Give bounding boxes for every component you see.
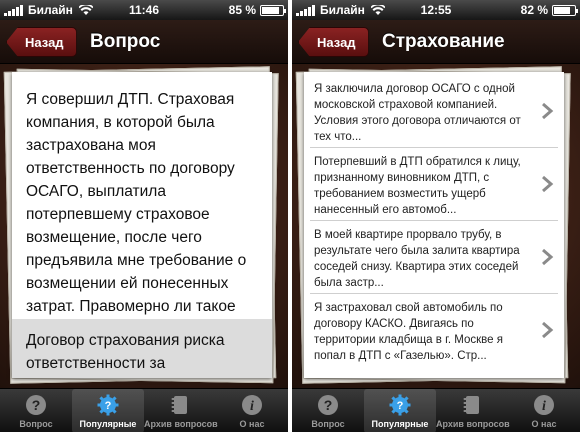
- list-item[interactable]: В моей квартире прорвало трубу, в резуль…: [310, 222, 558, 294]
- tab-label: Популярные: [371, 419, 429, 429]
- status-bar: Билайн 11:46 85 %: [0, 0, 288, 20]
- tab-label: Архив вопросов: [436, 419, 510, 429]
- tab-label: О нас: [531, 419, 557, 429]
- tab-popular[interactable]: ? Популярные: [72, 389, 144, 432]
- list-item[interactable]: Потерпевший в ДТП обратился к лицу, приз…: [310, 149, 558, 221]
- left-screen: Билайн 11:46 85 % Назад Вопрос Я соверши…: [0, 0, 288, 432]
- archive-icon: [463, 396, 479, 414]
- chevron-right-icon: [542, 175, 554, 193]
- nav-bar: Назад Страхование: [292, 20, 580, 64]
- content-area: Я совершил ДТП. Страховая компания, в ко…: [0, 64, 288, 388]
- question-card[interactable]: Я совершил ДТП. Страховая компания, в ко…: [12, 72, 272, 378]
- battery-icon: [260, 4, 286, 16]
- chevron-right-icon: [542, 321, 554, 339]
- question-list: Я заключила договор ОСАГО с одной москов…: [304, 72, 564, 378]
- info-icon: i: [534, 395, 554, 415]
- archive-icon: [171, 396, 187, 414]
- question-icon: ?: [318, 395, 338, 415]
- tab-label: Вопрос: [311, 419, 345, 429]
- answer-text: Договор страхования риска ответственност…: [26, 332, 225, 372]
- list-item-text: Потерпевший в ДТП обратился к лицу, приз…: [314, 156, 521, 216]
- chevron-right-icon: [542, 102, 554, 120]
- question-icon: ?: [26, 395, 46, 415]
- list-item[interactable]: Я заключила договор ОСАГО с одной москов…: [310, 76, 558, 148]
- right-screen: Билайн 12:55 82 % Назад Страхование Я за…: [292, 0, 580, 432]
- battery-percent: 82 %: [520, 3, 548, 17]
- list-item-text: В моей квартире прорвало трубу, в резуль…: [314, 229, 520, 289]
- tab-archive[interactable]: Архив вопросов: [144, 389, 218, 432]
- svg-text:i: i: [542, 399, 546, 414]
- tab-label: Популярные: [79, 419, 137, 429]
- content-area: Я заключила договор ОСАГО с одной москов…: [292, 64, 580, 388]
- list-item-text: Я заключила договор ОСАГО с одной москов…: [314, 83, 521, 143]
- svg-text:?: ?: [105, 400, 112, 412]
- tab-question[interactable]: ? Вопрос: [292, 389, 364, 432]
- tab-about[interactable]: i О нас: [508, 389, 580, 432]
- chevron-right-icon: [542, 248, 554, 266]
- answer-section[interactable]: Договор страхования риска ответственност…: [12, 319, 272, 378]
- back-button[interactable]: Назад: [6, 27, 77, 57]
- gear-question-icon: ?: [389, 394, 411, 416]
- tab-archive[interactable]: Архив вопросов: [436, 389, 510, 432]
- status-bar: Билайн 12:55 82 %: [292, 0, 580, 20]
- svg-text:?: ?: [324, 397, 333, 413]
- tab-popular[interactable]: ? Популярные: [364, 389, 436, 432]
- tab-label: Архив вопросов: [144, 419, 218, 429]
- list-item-text: Я застраховал свой автомобиль по договор…: [314, 302, 503, 362]
- nav-bar: Назад Вопрос: [0, 20, 288, 64]
- tab-bar: ? Вопрос ? Популярные Архив вопросов i О…: [0, 388, 288, 432]
- back-button[interactable]: Назад: [298, 27, 369, 57]
- svg-text:?: ?: [32, 397, 41, 413]
- tab-bar: ? Вопрос ? Популярные Архив вопросов i О…: [292, 388, 580, 432]
- tab-question[interactable]: ? Вопрос: [0, 389, 72, 432]
- tab-label: Вопрос: [19, 419, 53, 429]
- svg-text:?: ?: [397, 400, 404, 412]
- list-item[interactable]: Я застраховал свой автомобиль по договор…: [310, 295, 558, 367]
- battery-icon: [552, 4, 578, 16]
- gear-question-icon: ?: [97, 394, 119, 416]
- tab-about[interactable]: i О нас: [216, 389, 288, 432]
- question-text: Я совершил ДТП. Страховая компания, в ко…: [26, 91, 247, 338]
- page-title: Страхование: [382, 31, 505, 52]
- tab-label: О нас: [239, 419, 265, 429]
- info-icon: i: [242, 395, 262, 415]
- page-title: Вопрос: [90, 31, 161, 52]
- battery-percent: 85 %: [228, 3, 256, 17]
- svg-text:i: i: [250, 399, 254, 414]
